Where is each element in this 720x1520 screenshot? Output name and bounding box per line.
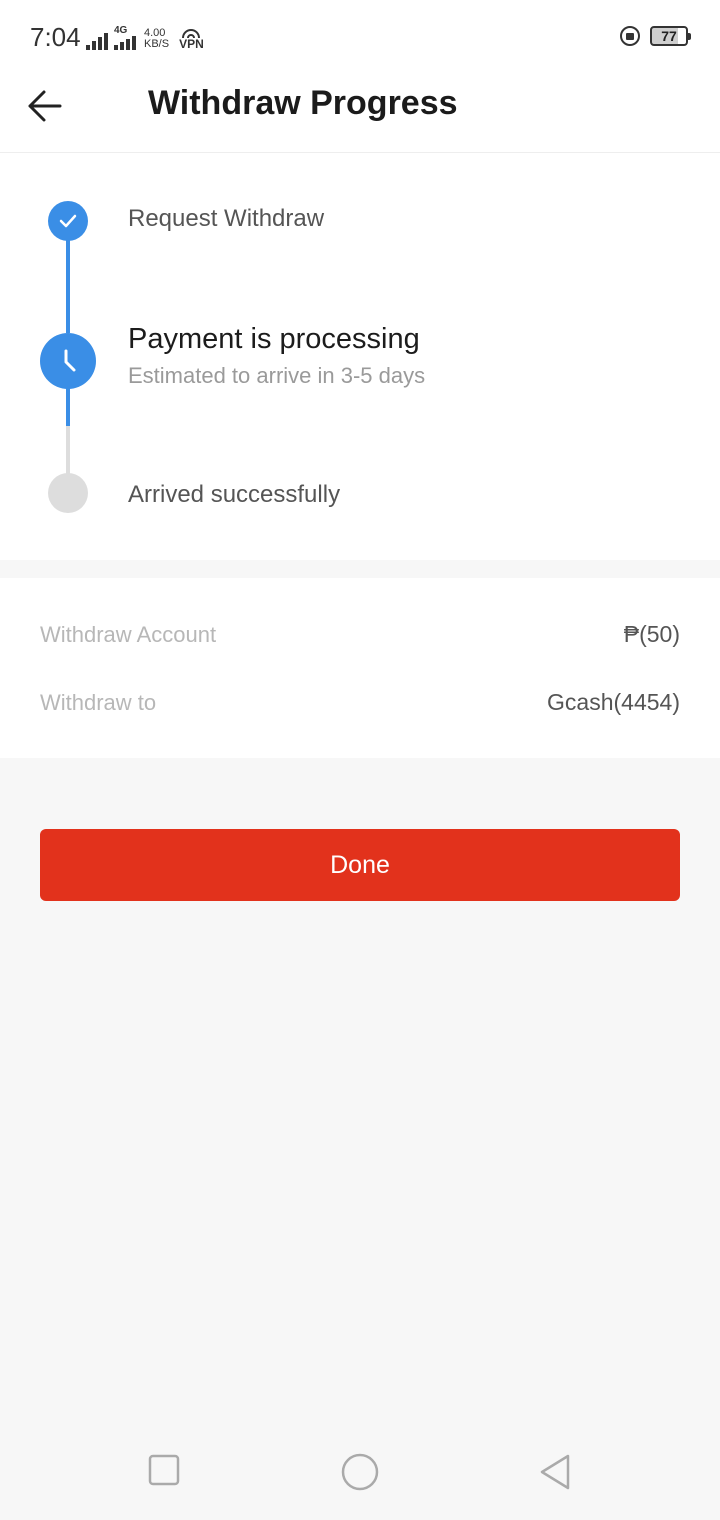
- back-button[interactable]: [22, 84, 66, 128]
- nav-back-button[interactable]: [536, 1452, 576, 1492]
- withdraw-details-card: Withdraw Account ₱(50) Withdraw to Gcash…: [0, 578, 720, 758]
- home-icon: [341, 1453, 379, 1491]
- battery-level: 77: [661, 28, 677, 44]
- status-time: 7:04: [30, 22, 81, 52]
- signal-icon: [86, 30, 108, 50]
- network-indicator: 4G: [114, 26, 136, 50]
- vpn-label: VPN: [179, 37, 204, 51]
- signal-icon-2: [114, 36, 136, 50]
- vpn-indicator: VPN: [179, 29, 204, 50]
- recent-apps-button[interactable]: [146, 1452, 182, 1488]
- step-done-indicator: [48, 201, 88, 241]
- step-connector-2-pending: [66, 426, 70, 474]
- step-pending-indicator: [48, 473, 88, 513]
- home-button[interactable]: [340, 1452, 380, 1492]
- rotation-lock-icon: [620, 26, 640, 46]
- step-sub-estimate: Estimated to arrive in 3-5 days: [128, 363, 426, 388]
- status-indicators: 4G 4.00 KB/S VPN: [86, 26, 204, 50]
- recent-apps-icon: [148, 1454, 180, 1486]
- step-label-processing: Payment is processing: [128, 323, 420, 355]
- clock-icon: [64, 349, 76, 372]
- page-title: Withdraw Progress: [148, 84, 458, 122]
- withdraw-to-label: Withdraw to: [40, 690, 157, 715]
- system-nav-bar: [0, 1420, 720, 1520]
- done-button[interactable]: Done: [40, 829, 680, 901]
- step-current-indicator: [40, 333, 96, 389]
- withdraw-account-value: ₱(50): [623, 621, 680, 647]
- network-speed: 4.00 KB/S: [144, 28, 169, 50]
- arrow-left-icon: [28, 90, 62, 122]
- network-type: 4G: [114, 25, 128, 36]
- battery-icon: 77: [650, 26, 691, 46]
- status-bar: 7:04 4G 4.00 KB/S VPN 77: [0, 0, 720, 76]
- step-label-arrived: Arrived successfully: [128, 481, 341, 508]
- progress-card: Request Withdraw Payment is processing E…: [0, 153, 720, 560]
- header-bar: Withdraw Progress: [0, 76, 720, 153]
- withdraw-to-value: Gcash(4454): [547, 689, 680, 715]
- back-icon: [540, 1454, 570, 1490]
- check-icon: [59, 214, 77, 228]
- step-label-request: Request Withdraw: [128, 205, 325, 232]
- speed-unit: KB/S: [144, 38, 170, 50]
- status-right-icons: 77: [620, 26, 691, 46]
- withdraw-account-label: Withdraw Account: [40, 622, 217, 647]
